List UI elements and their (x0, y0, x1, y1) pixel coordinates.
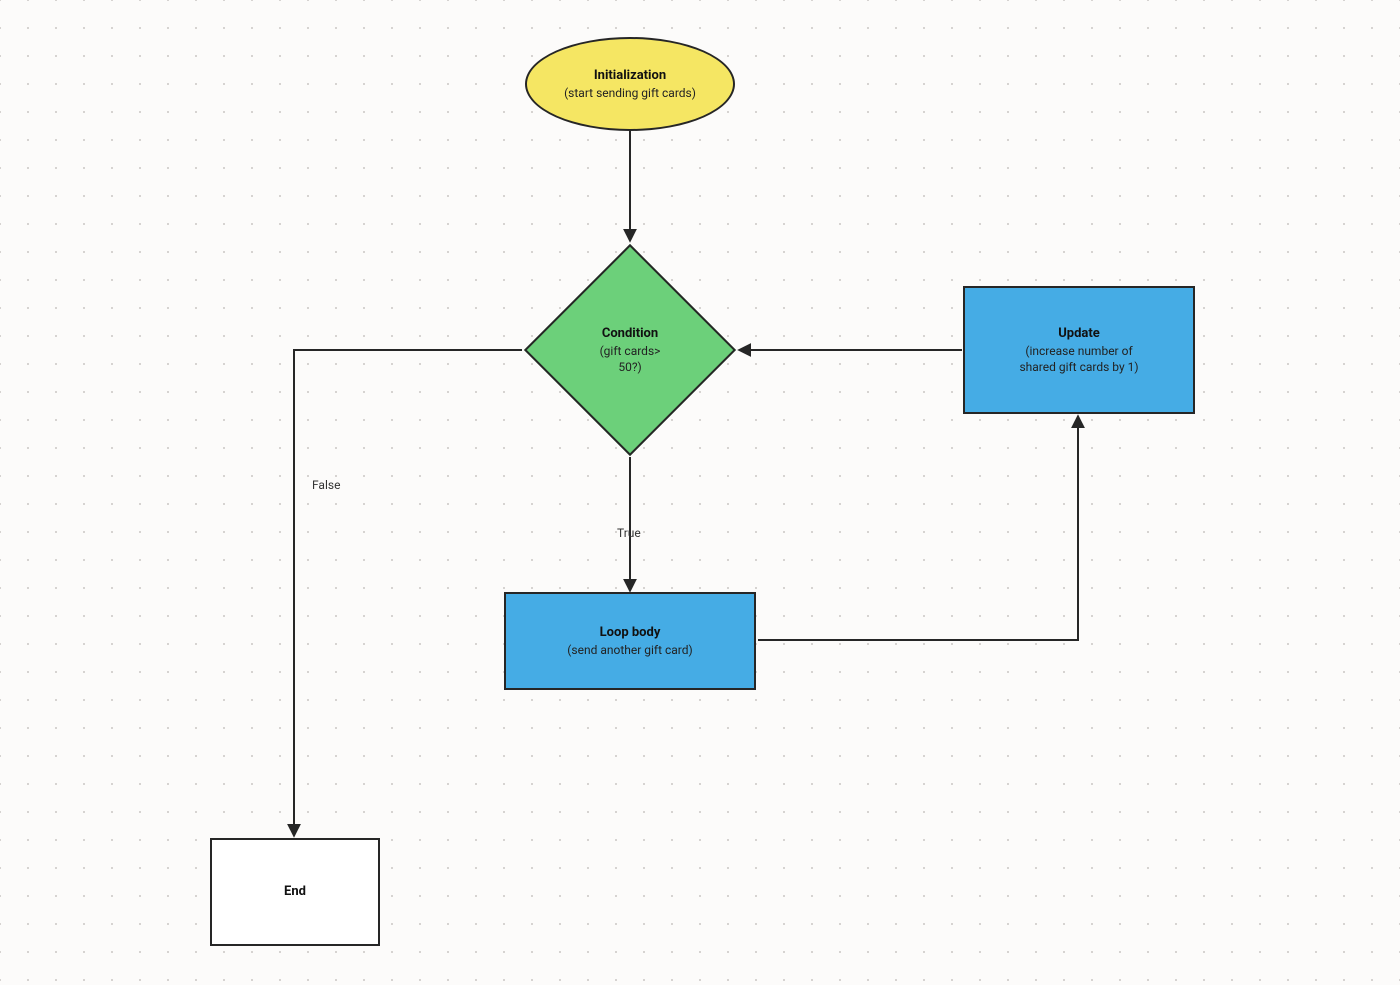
node-loop-title: Loop body (600, 624, 661, 642)
node-update[interactable]: Update (increase number of shared gift c… (963, 286, 1195, 414)
node-condition-sub1: (gift cards> (600, 343, 661, 359)
node-loop-sub: (send another gift card) (567, 642, 692, 658)
node-update-sub1: (increase number of (1025, 343, 1132, 359)
node-update-sub2: shared gift cards by 1) (1019, 359, 1138, 375)
node-end-title: End (284, 883, 306, 901)
node-initialization[interactable]: Initialization (start sending gift cards… (525, 37, 735, 131)
node-condition-label: Condition (gift cards> 50?) (600, 325, 661, 375)
node-end[interactable]: End (210, 838, 380, 946)
edge-label-true: True (617, 526, 641, 540)
node-initialization-title: Initialization (594, 67, 666, 85)
node-update-title: Update (1058, 325, 1100, 343)
edge-label-false: False (312, 478, 340, 492)
node-initialization-sub: (start sending gift cards) (564, 85, 696, 101)
node-condition[interactable]: Condition (gift cards> 50?) (555, 275, 705, 425)
node-loop-body[interactable]: Loop body (send another gift card) (504, 592, 756, 690)
flowchart-canvas[interactable]: Initialization (start sending gift cards… (0, 0, 1400, 985)
node-condition-title: Condition (602, 325, 658, 343)
node-condition-sub2: 50?) (618, 359, 641, 375)
